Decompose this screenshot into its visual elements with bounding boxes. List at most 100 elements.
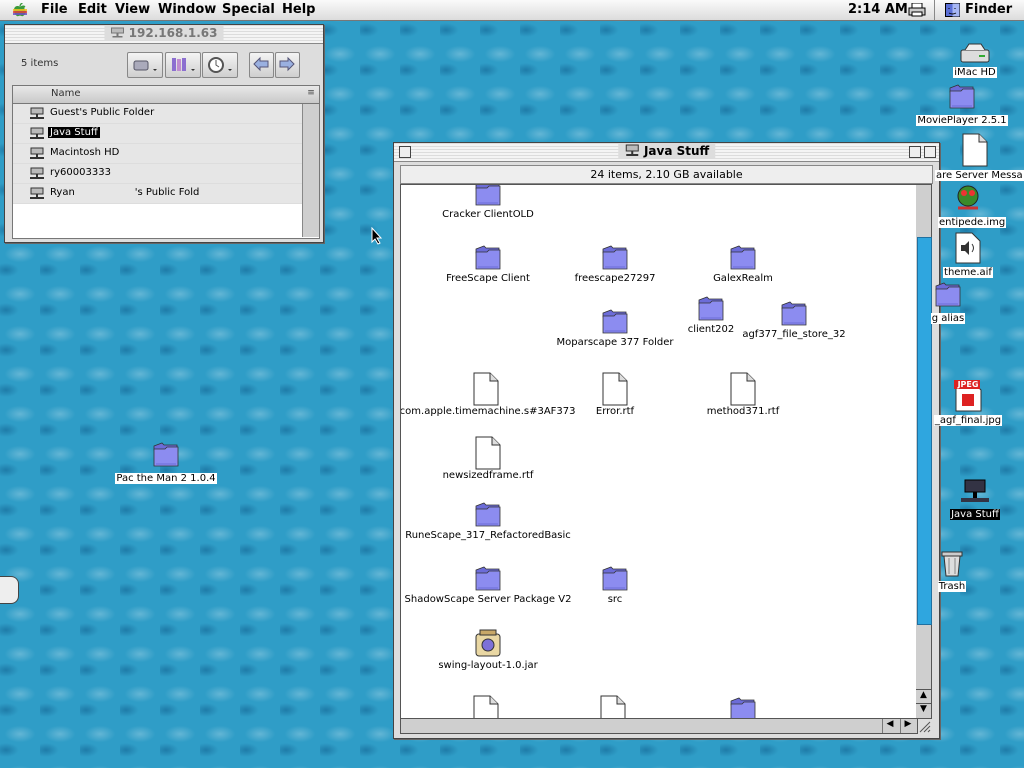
document-icon xyxy=(602,372,628,406)
list-header: Name ≡ xyxy=(13,86,319,104)
desktop-icon[interactable]: JPEG _agf_final.jpg xyxy=(928,380,1008,426)
folder-item[interactable]: RuneScape_317_RefactoredBasic xyxy=(401,500,583,541)
menu-view[interactable]: View xyxy=(115,2,150,17)
desktop-icon[interactable]: Trash xyxy=(932,546,972,592)
network-item-label: Guest's Public Folder xyxy=(50,107,155,118)
partial-file-item[interactable] xyxy=(473,695,499,718)
desktop-icon-label: MoviePlayer 2.5.1 xyxy=(916,115,1008,126)
menu-window[interactable]: Window xyxy=(158,2,216,17)
file-label: GalexRealm xyxy=(713,273,773,284)
server-icon xyxy=(110,27,124,38)
folder-icon xyxy=(475,245,501,270)
partial-file-item[interactable] xyxy=(600,695,626,718)
folder-item[interactable]: Cracker ClientOLD xyxy=(401,185,583,220)
horizontal-scrollbar[interactable]: ◀ ▶ xyxy=(400,718,918,734)
shared-volume-icon xyxy=(30,187,44,199)
scroll-right-arrow-icon[interactable]: ▶ xyxy=(900,719,915,733)
resize-grip-icon[interactable] xyxy=(917,719,931,733)
recent-button[interactable] xyxy=(202,52,238,78)
network-list-row[interactable]: Macintosh HD xyxy=(13,144,302,164)
desktop-icon-label: are Server Messa xyxy=(935,170,1024,181)
network-list-row[interactable]: Guest's Public Folder xyxy=(13,104,302,124)
desktop-icon[interactable]: MoviePlayer 2.5.1 xyxy=(912,82,1012,126)
network-window-title: 192.168.1.63 xyxy=(104,26,224,40)
disk-button[interactable] xyxy=(127,52,163,78)
file-label: agf377_file_store_32 xyxy=(742,329,846,340)
desktop-icon[interactable]: entipede.img xyxy=(938,182,1007,228)
desktop-icon[interactable]: g alias xyxy=(928,280,968,324)
network-window-title-text: 192.168.1.63 xyxy=(128,26,218,40)
scroll-up-arrow-icon[interactable]: ▲ xyxy=(916,689,931,704)
menu-help[interactable]: Help xyxy=(282,2,315,17)
network-list-row[interactable]: Ryan 's Public Fold xyxy=(13,184,302,204)
network-window-titlebar[interactable]: 192.168.1.63 xyxy=(5,25,323,44)
desktop-icon-label: entipede.img xyxy=(938,217,1007,228)
disk-icon xyxy=(133,60,157,71)
window-info-bar: 24 items, 2.10 GB available xyxy=(400,165,933,184)
folder-icon xyxy=(730,245,756,270)
file-item[interactable]: newsizedframe.rtf xyxy=(401,436,583,481)
arrow-left-icon xyxy=(253,56,269,72)
scroll-down-arrow-icon[interactable]: ▼ xyxy=(916,703,931,718)
file-label: swing-layout-1.0.jar xyxy=(438,660,538,671)
app-menu-finder[interactable]: Finder xyxy=(965,2,1012,17)
clock-icon xyxy=(208,57,232,73)
column-name[interactable]: Name xyxy=(51,88,81,99)
list-scrollbar[interactable] xyxy=(302,104,319,237)
shared-volume-icon xyxy=(961,479,989,502)
document-icon xyxy=(473,372,499,406)
document-icon xyxy=(600,695,626,718)
java-window-title: Java Stuff xyxy=(617,144,716,158)
file-item[interactable]: swing-layout-1.0.jar xyxy=(401,628,583,671)
file-label: newsizedframe.rtf xyxy=(442,470,534,481)
finder-icon xyxy=(945,3,960,17)
menu-file[interactable]: File xyxy=(41,2,68,17)
desktop-icon[interactable]: theme.aif xyxy=(938,232,998,278)
folder-icon xyxy=(153,442,179,467)
folder-icon xyxy=(949,84,975,109)
desktop-icon-label: iMac HD xyxy=(953,67,997,78)
shelf-button[interactable] xyxy=(165,52,201,78)
document-icon xyxy=(473,695,499,718)
shared-volume-icon xyxy=(30,127,44,139)
network-list: Name ≡ Guest's Public Folder Java Stuff … xyxy=(12,85,320,239)
network-list-row[interactable]: Java Stuff xyxy=(13,124,302,144)
menu-special[interactable]: Special xyxy=(222,2,275,17)
file-icon-view[interactable]: Cracker ClientOLD FreeScape Client frees… xyxy=(400,184,918,719)
desktop-icon[interactable]: are Server Messa xyxy=(935,133,1024,181)
desktop-icon[interactable]: Pac the Man 2 1.0.4 xyxy=(111,440,221,484)
desktop-icon[interactable]: iMac HD xyxy=(945,42,1005,78)
zoom-box[interactable] xyxy=(909,146,921,158)
network-list-row[interactable]: ry60003333 xyxy=(13,164,302,184)
folder-item[interactable]: Moparscape 377 Folder xyxy=(520,307,710,348)
sort-order-icon[interactable]: ≡ xyxy=(305,88,317,100)
file-label: freescape27297 xyxy=(574,273,656,284)
pop-up-tab[interactable] xyxy=(0,576,19,604)
jar-icon xyxy=(475,629,501,657)
folder-icon xyxy=(935,282,961,307)
desktop-icon-label: Java Stuff xyxy=(950,509,1000,520)
arrow-right-icon xyxy=(279,56,295,72)
menu-edit[interactable]: Edit xyxy=(78,2,107,17)
apple-menu-icon[interactable] xyxy=(13,3,27,17)
close-box[interactable] xyxy=(399,146,411,158)
scroll-left-arrow-icon[interactable]: ◀ xyxy=(882,719,897,733)
jpeg-badge: JPEG xyxy=(957,380,979,389)
partial-file-item[interactable] xyxy=(728,695,758,718)
folder-icon xyxy=(730,697,756,718)
file-item[interactable]: method371.rtf xyxy=(648,372,838,417)
desktop-icon-label: Trash xyxy=(937,581,967,592)
printer-icon[interactable] xyxy=(908,3,926,17)
network-item-label: ry60003333 xyxy=(50,167,111,178)
menu-separator xyxy=(934,0,935,20)
vertical-scrollbar[interactable]: ▲ ▼ xyxy=(916,184,932,719)
forward-button[interactable] xyxy=(275,52,300,78)
folder-item[interactable]: agf377_file_store_32 xyxy=(699,299,889,340)
desktop-icon[interactable]: Java Stuff xyxy=(945,478,1005,520)
folder-item[interactable]: src xyxy=(520,564,710,605)
menu-clock[interactable]: 2:14 AM xyxy=(848,2,908,17)
java-window-titlebar[interactable]: Java Stuff xyxy=(394,143,939,162)
folder-item[interactable]: GalexRealm xyxy=(648,243,838,284)
back-button[interactable] xyxy=(249,52,274,78)
file-label: RuneScape_317_RefactoredBasic xyxy=(405,530,571,541)
